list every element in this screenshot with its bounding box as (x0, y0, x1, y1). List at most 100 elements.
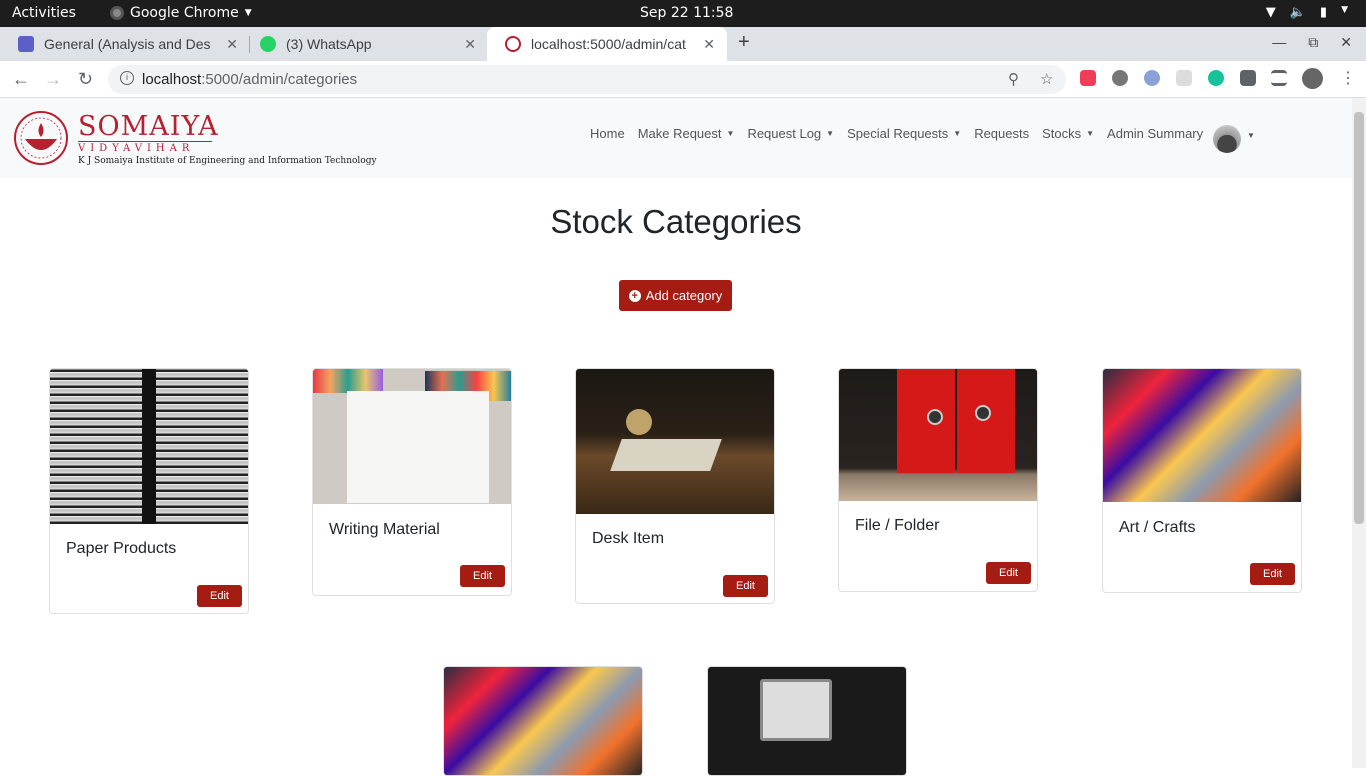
close-icon[interactable]: ✕ (226, 36, 238, 53)
caret-down-icon: ▼ (244, 8, 252, 18)
info-icon[interactable]: i (120, 71, 134, 85)
nav-item-requests[interactable]: Requests (974, 126, 1029, 141)
paper-sheet (347, 391, 489, 503)
caret-down-icon: ▼ (953, 129, 962, 138)
tab-localhost[interactable]: localhost:5000/admin/cat ✕ (487, 27, 727, 61)
minimize-icon[interactable]: — (1272, 34, 1286, 51)
edit-button[interactable]: Edit (986, 562, 1031, 584)
site-logo[interactable]: SOMAIYA VIDYAVIHAR K J Somaiya Institute… (12, 108, 382, 170)
url-text[interactable]: localhost:5000/admin/categories (142, 71, 357, 88)
caret-down-icon[interactable]: ▼ (1247, 131, 1255, 140)
category-card-writing-material: Writing Material Edit (312, 368, 512, 596)
extensions-puzzle-icon[interactable] (1240, 70, 1256, 86)
chrome-icon (110, 6, 124, 20)
clock[interactable]: Sep 22 11:58 (640, 5, 733, 21)
close-icon[interactable]: ✕ (464, 36, 476, 53)
category-card-7 (707, 666, 907, 776)
wifi-icon: ▼ (1265, 5, 1276, 20)
computer-desk-image (708, 667, 906, 775)
add-category-button[interactable]: + Add category (619, 280, 732, 311)
grid-extension-icon[interactable] (1176, 70, 1192, 86)
caret-down-icon: ▼ (1086, 129, 1095, 138)
add-category-label: Add category (645, 288, 723, 303)
binder-ring-hole (975, 405, 991, 421)
category-card-file-folder: File / Folder Edit (838, 368, 1038, 592)
paper-stack-image (50, 369, 248, 524)
caret-down-icon: ▼ (726, 129, 735, 138)
user-avatar[interactable] (1213, 125, 1241, 153)
back-icon[interactable]: ← (12, 69, 30, 90)
system-tray[interactable]: ▼ 🔈 ▮ ▼ (1266, 5, 1348, 20)
profile-avatar[interactable] (1302, 68, 1323, 89)
category-card-6 (443, 666, 643, 776)
edit-button[interactable]: Edit (460, 565, 505, 587)
nav-menu: Home Make Request ▼ Request Log ▼ Special … (590, 126, 1216, 141)
nav-label: Home (590, 126, 625, 141)
page-title: Stock Categories (550, 203, 802, 240)
new-tab-button[interactable]: + (738, 31, 750, 54)
window-controls: — ⧉ ✕ (1272, 34, 1352, 51)
watercolor-image (313, 369, 511, 504)
nav-item-stocks[interactable]: Stocks ▼ (1042, 126, 1094, 141)
somaiya-favicon-icon (505, 36, 521, 52)
category-name: Writing Material (329, 521, 440, 538)
somaiya-seal-icon (14, 111, 68, 165)
whatsapp-icon (260, 36, 276, 52)
page-scrollbar[interactable] (1352, 98, 1366, 768)
tab-title: (3) WhatsApp (286, 36, 372, 52)
bug-extension-icon[interactable] (1112, 70, 1128, 86)
category-name: File / Folder (855, 517, 940, 534)
plus-circle-icon: + (628, 289, 641, 302)
battery-icon: ▮ (1319, 5, 1328, 20)
reload-icon[interactable]: ↻ (78, 69, 93, 90)
app-menu[interactable]: Google Chrome ▼ (110, 5, 252, 21)
media-queue-icon[interactable] (1271, 70, 1287, 86)
red-binders-image (839, 369, 1037, 501)
tab-teams[interactable]: General (Analysis and Des ✕ (0, 27, 250, 61)
nav-label: Special Requests (847, 126, 949, 141)
os-top-bar: Activities Google Chrome ▼ Sep 22 11:58 … (0, 0, 1366, 27)
art-supplies-image (444, 667, 642, 775)
scrollbar-thumb[interactable] (1354, 112, 1364, 524)
address-bar[interactable]: i localhost:5000/admin/categories ⚲ ☆ (108, 65, 1066, 94)
loop-extension-icon[interactable] (1144, 70, 1160, 86)
edit-button[interactable]: Edit (1250, 563, 1295, 585)
site-navbar: SOMAIYA VIDYAVIHAR K J Somaiya Institute… (0, 98, 1352, 178)
binder-ring-hole (927, 409, 943, 425)
page-content: SOMAIYA VIDYAVIHAR K J Somaiya Institute… (0, 98, 1352, 776)
image-shadow (142, 369, 156, 524)
app-name: Google Chrome (130, 5, 239, 21)
nav-item-make-request[interactable]: Make Request ▼ (638, 126, 735, 141)
forward-icon[interactable]: → (44, 69, 62, 90)
edit-button[interactable]: Edit (197, 585, 242, 607)
close-window-icon[interactable]: ✕ (1340, 34, 1352, 51)
category-card-art-crafts: Art / Crafts Edit (1102, 368, 1302, 593)
binder-left (897, 369, 955, 473)
volume-icon: 🔈 (1289, 5, 1306, 20)
nav-item-special-requests[interactable]: Special Requests ▼ (847, 126, 961, 141)
brand-name: SOMAIYA (78, 111, 219, 142)
grammarly-icon[interactable] (1208, 70, 1224, 86)
nav-item-request-log[interactable]: Request Log ▼ (747, 126, 834, 141)
nav-item-admin-summary[interactable]: Admin Summary (1107, 126, 1203, 141)
nav-item-home[interactable]: Home (590, 126, 625, 141)
edit-button[interactable]: Edit (723, 575, 768, 597)
restore-icon[interactable]: ⧉ (1308, 34, 1318, 51)
chrome-menu-icon[interactable]: ⋮ (1340, 68, 1356, 88)
close-icon[interactable]: ✕ (703, 36, 715, 53)
category-name: Desk Item (592, 530, 665, 547)
institute-name: K J Somaiya Institute of Engineering and… (78, 156, 377, 166)
category-card-paper-products: Paper Products Edit (49, 368, 249, 614)
category-card-desk-item: Desk Item Edit (575, 368, 775, 604)
tab-whatsapp[interactable]: (3) WhatsApp ✕ (242, 27, 488, 61)
art-supplies-image (1103, 369, 1301, 502)
zoom-icon[interactable]: ⚲ (1008, 70, 1019, 88)
bookmark-star-icon[interactable]: ☆ (1040, 70, 1053, 88)
monitor-shape (760, 679, 832, 741)
paint-palette-left (313, 369, 383, 393)
nav-label: Stocks (1042, 126, 1082, 141)
activities-button[interactable]: Activities (12, 5, 76, 21)
caret-down-icon: ▼ (826, 129, 835, 138)
tab-title: localhost:5000/admin/cat (531, 36, 686, 52)
pocket-extension-icon[interactable] (1080, 70, 1096, 86)
